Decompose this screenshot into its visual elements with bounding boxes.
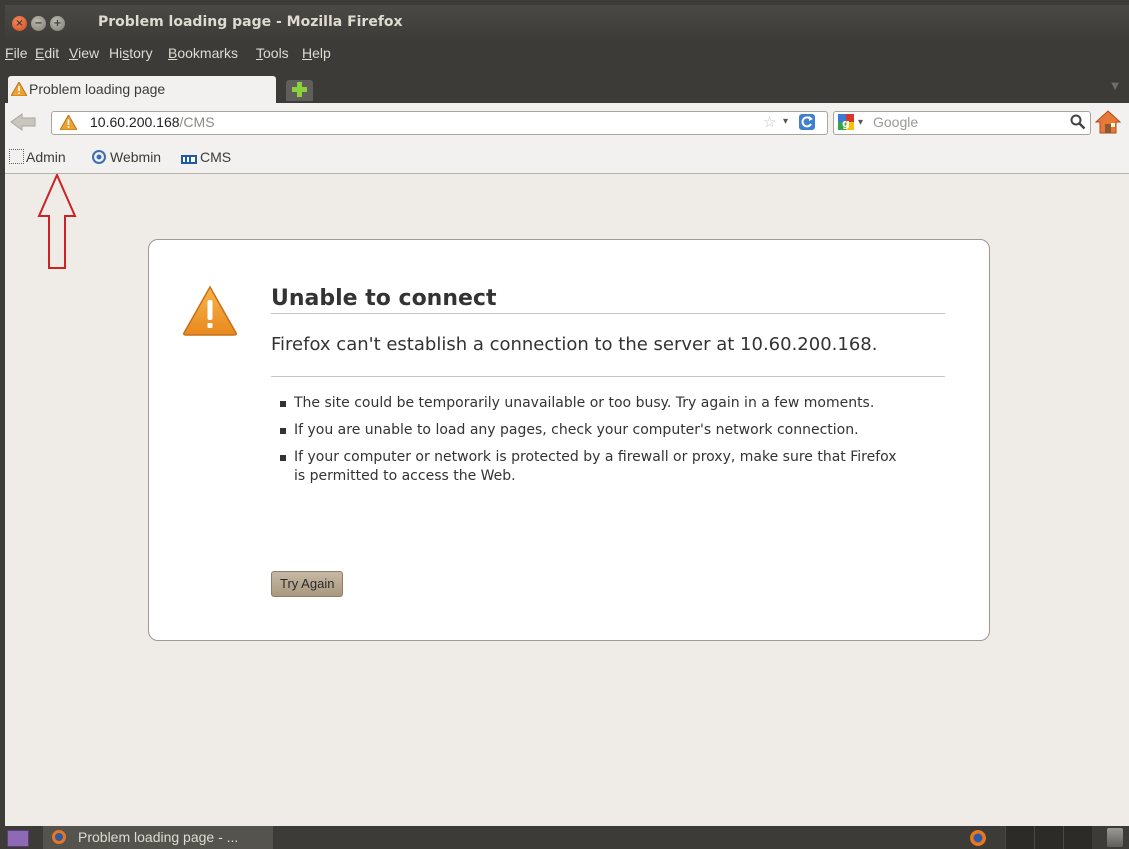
workspace-3[interactable]: [1063, 826, 1092, 849]
taskbar: Problem loading page - ...: [5, 826, 1129, 849]
menu-file[interactable]: File: [5, 45, 28, 61]
error-description: Firefox can't establish a connection to …: [271, 334, 878, 355]
trash-icon[interactable]: [1107, 828, 1123, 847]
menu-history[interactable]: History: [109, 45, 153, 61]
new-tab-button[interactable]: [286, 80, 313, 101]
minimize-icon: −: [34, 18, 43, 29]
bookmark-cms[interactable]: CMS: [181, 149, 231, 165]
warning-icon: [11, 82, 27, 96]
back-arrow-icon[interactable]: [9, 112, 39, 132]
reload-icon[interactable]: [799, 114, 815, 130]
minimize-window-button[interactable]: −: [31, 16, 46, 31]
search-bar[interactable]: g ▾ Google: [833, 111, 1091, 135]
tab-problem-loading[interactable]: Problem loading page: [8, 76, 276, 103]
navigation-bar: 10.60.200.168/CMS ☆ ▾ g ▾ Google: [5, 103, 1129, 143]
svg-text:g: g: [842, 117, 850, 130]
close-window-button[interactable]: ×: [12, 16, 27, 31]
list-item: If you are unable to load any pages, che…: [280, 421, 900, 440]
bookmark-webmin[interactable]: Webmin: [91, 149, 161, 165]
menu-help[interactable]: Help: [302, 45, 331, 61]
menu-bar: File Edit View History Bookmarks Tools H…: [5, 42, 1129, 68]
try-again-button[interactable]: Try Again: [271, 571, 344, 597]
cms-icon: [181, 155, 197, 164]
home-icon[interactable]: [1095, 109, 1121, 135]
taskbar-firefox-task[interactable]: Problem loading page - ...: [43, 826, 273, 849]
error-box: Unable to connect Firefox can't establis…: [148, 239, 990, 641]
search-engine-dropdown[interactable]: ▾: [858, 117, 863, 128]
browser-window: × − + Problem loading page - Mozilla Fir…: [5, 5, 1129, 849]
url-history-dropdown[interactable]: ▾: [783, 116, 788, 127]
menu-tools[interactable]: Tools: [256, 45, 289, 61]
maximize-window-button[interactable]: +: [50, 16, 65, 31]
tab-list-button[interactable]: ▼: [1111, 81, 1119, 92]
title-bar: × − + Problem loading page - Mozilla Fir…: [5, 5, 1129, 42]
maximize-icon: +: [53, 18, 62, 29]
bookmark-admin[interactable]: Admin: [9, 149, 66, 165]
page-content: Unable to connect Firefox can't establis…: [5, 174, 1129, 826]
tab-label: Problem loading page: [29, 81, 166, 97]
window-title: Problem loading page - Mozilla Firefox: [98, 14, 403, 30]
annotation-up-arrow-icon: [37, 174, 77, 269]
search-icon[interactable]: [1070, 114, 1086, 130]
search-input[interactable]: Google: [873, 114, 918, 130]
webmin-icon: [92, 150, 106, 164]
show-desktop-icon[interactable]: [7, 830, 29, 847]
menu-view[interactable]: View: [69, 45, 99, 61]
plus-icon: [292, 82, 307, 97]
workspace-2[interactable]: [1034, 826, 1063, 849]
warning-large-icon: [183, 285, 237, 336]
workspace-1[interactable]: [1005, 826, 1034, 849]
list-item: The site could be temporarily unavailabl…: [280, 394, 900, 413]
firefox-icon: [52, 830, 66, 844]
warning-icon: [60, 115, 77, 130]
url-text[interactable]: 10.60.200.168/CMS: [90, 114, 215, 130]
tab-bar: Problem loading page ▼: [5, 68, 1129, 103]
error-title: Unable to connect: [271, 286, 945, 314]
bookmarks-toolbar: Admin Webmin CMS: [5, 143, 1129, 174]
list-item: If your computer or network is protected…: [280, 448, 900, 486]
url-bar[interactable]: 10.60.200.168/CMS ☆ ▾: [51, 111, 828, 135]
menu-edit[interactable]: Edit: [35, 45, 59, 61]
taskbar-task-label: Problem loading page - ...: [78, 829, 239, 845]
bookmark-star-icon[interactable]: ☆: [763, 113, 776, 131]
divider: [271, 376, 945, 377]
google-icon[interactable]: g: [838, 114, 854, 130]
firefox-tray-icon[interactable]: [969, 829, 987, 847]
close-icon: ×: [15, 18, 24, 29]
empty-page-icon: [9, 149, 24, 164]
menu-bookmarks[interactable]: Bookmarks: [168, 45, 238, 61]
error-reasons-list: The site could be temporarily unavailabl…: [280, 394, 900, 494]
